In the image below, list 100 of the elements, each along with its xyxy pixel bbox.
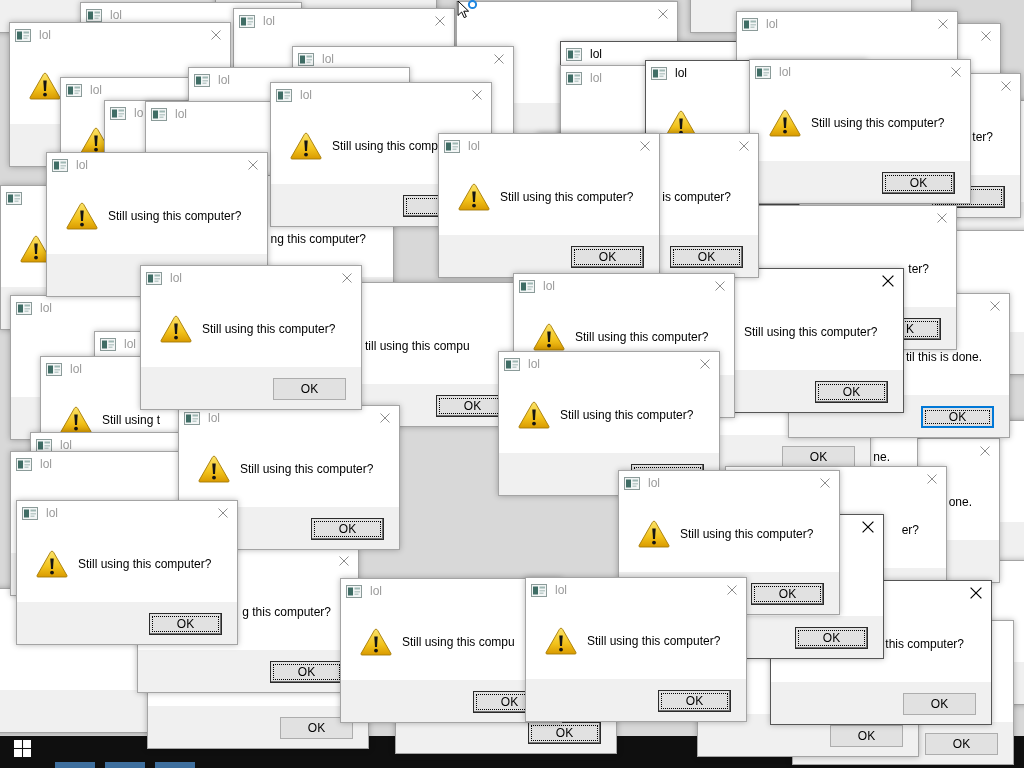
dialog-button[interactable]: OK: [571, 246, 644, 268]
window-icon: [184, 411, 200, 425]
close-icon[interactable]: [882, 275, 894, 287]
dialog-button[interactable]: OK: [795, 627, 868, 649]
close-icon[interactable]: [862, 521, 874, 533]
dialog-message: Still using this computer?: [587, 633, 721, 648]
dialog-button[interactable]: OK: [311, 518, 384, 540]
window-title: lol: [468, 139, 480, 153]
window-title: lol: [528, 357, 540, 371]
dialog-button[interactable]: OK: [782, 446, 855, 468]
window-title: lol: [648, 476, 660, 490]
dialog-button[interactable]: OK: [882, 172, 955, 194]
window-title: lol: [40, 457, 52, 471]
dialog-button[interactable]: OK: [925, 733, 998, 755]
window-icon: [444, 139, 460, 153]
window-icon: [742, 17, 758, 31]
window-title: lol: [40, 301, 52, 315]
dialog-button[interactable]: OK: [280, 717, 353, 739]
window-title: lol: [543, 279, 555, 293]
window-icon: [146, 271, 162, 285]
warning-icon: [533, 322, 565, 351]
dialog-button[interactable]: OK: [670, 246, 743, 268]
dialog-button[interactable]: OK: [270, 661, 343, 683]
dialog-message: ter?: [908, 261, 929, 276]
window-icon: [651, 66, 667, 80]
window-icon: [22, 506, 38, 520]
window-title: lol: [766, 17, 778, 31]
window-title: lol: [110, 8, 122, 22]
dialog-message: Still using this computer?: [108, 208, 242, 223]
window-icon: [276, 88, 292, 102]
warning-icon: [198, 454, 230, 483]
dialog-button[interactable]: OK: [658, 690, 731, 712]
dialog-message: Still using t: [102, 412, 161, 427]
dialog-message: til this is done.: [905, 349, 982, 364]
window-icon: [16, 301, 32, 315]
warning-icon: [545, 626, 577, 655]
dialog-message: Still using this comp: [332, 138, 439, 153]
dialog-message: is computer?: [662, 189, 731, 204]
warning-icon: [458, 182, 490, 211]
window-title: lol: [208, 411, 220, 425]
window-icon: [504, 357, 520, 371]
window-icon: [100, 337, 116, 351]
window-title: lol: [300, 88, 312, 102]
window-title: lol: [322, 52, 334, 66]
window-title: lol: [170, 271, 182, 285]
dialog-button[interactable]: OK: [751, 583, 824, 605]
dialog-message: Still using this computer?: [240, 461, 374, 476]
warning-icon: [638, 519, 670, 548]
dialog-message: till using this compu: [365, 338, 470, 353]
dialog-button[interactable]: OK: [815, 381, 888, 403]
dialog-message: ter?: [972, 129, 993, 144]
dialog-button[interactable]: OK: [273, 378, 346, 400]
warning-icon: [36, 549, 68, 578]
window-icon: [86, 8, 102, 22]
window-title: lol: [46, 506, 58, 520]
dialog-button[interactable]: OK: [528, 722, 601, 744]
dialog-message: ne.: [873, 449, 890, 464]
window-title: lol: [218, 73, 230, 87]
window-title: lol: [675, 66, 687, 80]
dialog-button[interactable]: OK: [903, 693, 976, 715]
dialog-message: Still using this computer?: [575, 329, 709, 344]
window-title: lol: [175, 107, 187, 121]
window-title: lol: [39, 28, 51, 42]
dialog-message: g this computer?: [242, 604, 331, 619]
window-title: lol: [263, 14, 275, 28]
window-title: lol: [555, 583, 567, 597]
dialog-message: Still using this computer?: [500, 189, 634, 204]
window-icon: [566, 71, 582, 85]
window-icon: [151, 107, 167, 121]
window-icon: [346, 584, 362, 598]
window-icon: [52, 158, 68, 172]
window-icon: [66, 83, 82, 97]
busy-cursor-icon: [457, 0, 478, 19]
dialog-message: Still using this compu: [402, 634, 515, 649]
window-icon: [519, 279, 535, 293]
window-title: lol: [70, 362, 82, 376]
window-title: lol: [370, 584, 382, 598]
windows-logo-icon[interactable]: [14, 740, 31, 757]
dialog-button[interactable]: OK: [830, 725, 903, 747]
dialog-button[interactable]: OK: [921, 406, 994, 428]
window-title: lol: [60, 438, 72, 452]
window-icon: [755, 65, 771, 79]
window-title: lol: [76, 158, 88, 172]
dialog-message: Still using this computer?: [202, 321, 336, 336]
dialog-message: Still using this computer?: [680, 526, 814, 541]
window-title: lol: [124, 337, 136, 351]
window-icon: [298, 52, 314, 66]
dialog-button[interactable]: OK: [149, 613, 222, 635]
window-icon: [6, 191, 22, 205]
dialog-message: ng this computer?: [270, 231, 366, 246]
close-icon[interactable]: [970, 587, 982, 599]
warning-icon: [518, 400, 550, 429]
warning-icon: [60, 405, 92, 434]
window-icon: [110, 106, 126, 120]
window-title: lol: [590, 47, 602, 61]
window-icon: [16, 457, 32, 471]
dialog-message: er?: [901, 522, 919, 537]
dialog-message: this computer?: [885, 636, 964, 651]
warning-icon: [360, 627, 392, 656]
window-title: lol: [590, 71, 602, 85]
